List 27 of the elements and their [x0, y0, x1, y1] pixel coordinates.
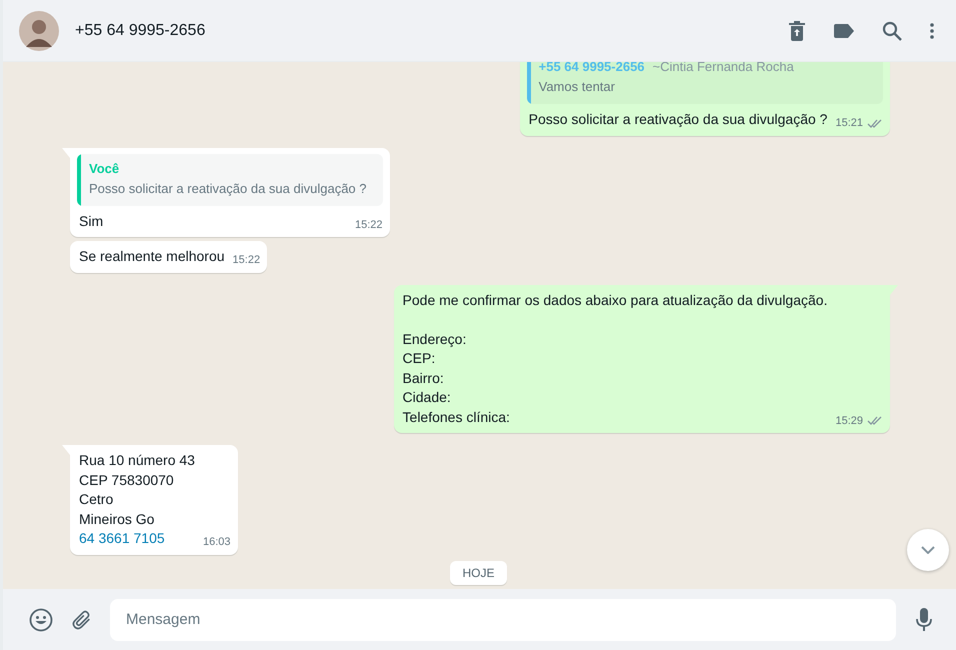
- message-input[interactable]: Mensagem: [110, 598, 896, 640]
- message-text: Se realmente melhorou: [79, 247, 225, 266]
- message-text: Sim: [79, 212, 104, 230]
- chevron-down-icon: [921, 546, 935, 554]
- search-icon[interactable]: [882, 20, 902, 40]
- quote-text: Vamos tentar: [538, 78, 616, 96]
- quoted-message[interactable]: Você Posso solicitar a reativação da sua divulgação ?: [77, 154, 382, 206]
- microphone-icon[interactable]: [916, 608, 932, 632]
- label-icon[interactable]: [834, 24, 854, 38]
- quote-text: Posso solicitar a reativação da sua divulgação ?: [89, 180, 368, 198]
- avatar-icon[interactable]: [19, 10, 59, 50]
- message-time: 15:22: [354, 218, 382, 232]
- message-time: 16:03: [202, 535, 230, 550]
- quote-author: Você: [89, 160, 120, 178]
- message-time: 15:21: [835, 116, 863, 131]
- delete-icon[interactable]: [788, 20, 806, 40]
- message-text: Pode me confirmar os dados abaixo para atualização da divulgação. Endereço: CEP: Bairro: Cidade: Telefones clínica:: [402, 290, 828, 426]
- message-text: Posso solicitar a reativação da sua divulgação ?: [528, 110, 828, 129]
- more-options-icon[interactable]: [930, 22, 934, 38]
- paperclip-icon[interactable]: [71, 608, 93, 630]
- phone-link[interactable]: 64 3661 7105: [79, 529, 195, 548]
- contact-name[interactable]: +55 64 9995-2656: [75, 18, 206, 42]
- message-time: 15:29: [835, 414, 863, 428]
- emoji-icon[interactable]: [29, 608, 53, 632]
- quote-author: +55 64 9995-2656: [538, 62, 645, 76]
- message-text: Rua 10 número 43 CEP 75830070 Cetro Mineiros Go: [79, 451, 195, 528]
- message-time: 15:22: [232, 253, 260, 268]
